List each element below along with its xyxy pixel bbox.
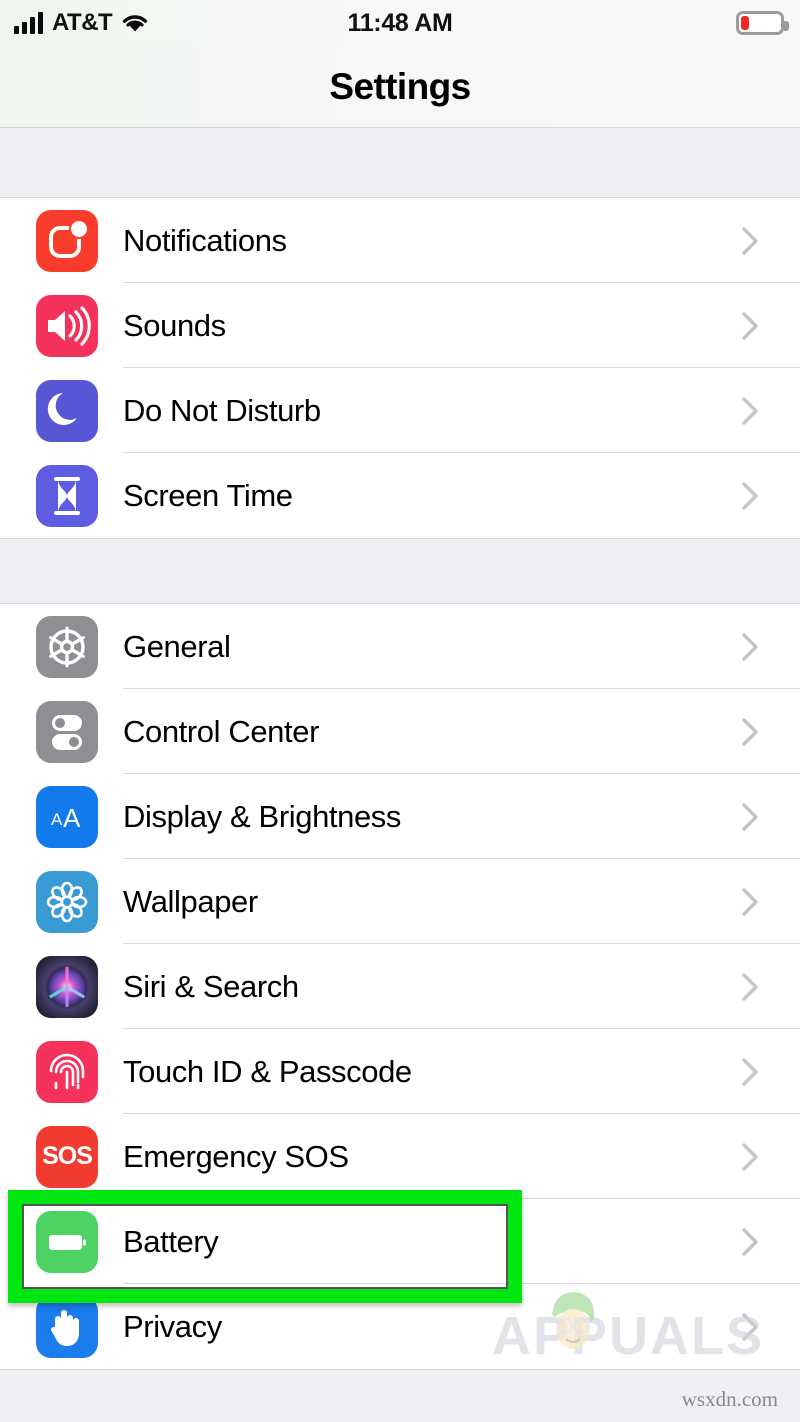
touch-id-icon [36, 1040, 98, 1103]
chevron-right-icon [742, 311, 760, 341]
settings-row-label: Display & Brightness [123, 798, 402, 834]
sounds-icon [36, 294, 98, 357]
settings-row-control-center[interactable]: Control Center [0, 689, 800, 774]
svg-text:A: A [51, 810, 63, 829]
settings-row-display-brightness[interactable]: A A Display & Brightness [0, 774, 800, 859]
settings-row-label: Privacy [123, 1308, 222, 1344]
svg-text:A: A [63, 803, 81, 833]
settings-row-emergency-sos[interactable]: SOS Emergency SOS [0, 1114, 800, 1199]
chevron-right-icon [742, 717, 760, 747]
section-gap-bottom [0, 1369, 800, 1422]
settings-row-label: Control Center [123, 713, 319, 749]
page-title: Settings [329, 65, 471, 107]
settings-row-screen-time[interactable]: Screen Time [0, 453, 800, 538]
settings-row-label: Do Not Disturb [123, 392, 321, 428]
chevron-right-icon [742, 481, 760, 511]
section-gap-middle [0, 538, 800, 604]
settings-row-touch-id-passcode[interactable]: Touch ID & Passcode [0, 1029, 800, 1114]
wallpaper-icon [36, 870, 98, 933]
watermark-brand: APPUALS [491, 1306, 764, 1366]
settings-row-label: Emergency SOS [123, 1138, 349, 1174]
watermark-mascot-icon [540, 1285, 606, 1361]
appuals-watermark: APPUALS [491, 1292, 764, 1367]
settings-row-notifications[interactable]: Notifications [0, 198, 800, 283]
settings-row-label: Sounds [123, 307, 226, 343]
settings-row-label: Wallpaper [123, 883, 258, 919]
status-bar-right [736, 0, 789, 46]
status-bar-time: 11:48 AM [347, 8, 453, 37]
notifications-icon [36, 209, 98, 272]
settings-row-label: Screen Time [123, 477, 293, 513]
chevron-right-icon [742, 887, 760, 917]
emergency-sos-icon: SOS [36, 1125, 98, 1188]
chevron-right-icon [742, 1142, 760, 1172]
siri-icon [36, 955, 98, 1018]
control-center-icon [36, 700, 98, 763]
chevron-right-icon [742, 802, 760, 832]
settings-row-label: Siri & Search [123, 968, 299, 1004]
battery-low-icon [736, 11, 789, 35]
navigation-bar: Settings [0, 46, 800, 128]
settings-row-general[interactable]: General [0, 604, 800, 689]
chevron-right-icon [742, 396, 760, 426]
privacy-hand-icon [36, 1295, 98, 1358]
settings-row-label: Notifications [123, 222, 287, 258]
chevron-right-icon [742, 1057, 760, 1087]
status-bar: AT&T 11:48 AM [0, 0, 800, 46]
settings-row-siri-search[interactable]: Siri & Search [0, 944, 800, 1029]
do-not-disturb-icon [36, 379, 98, 442]
notifications-group: Notifications Sounds Do Not Disturb Scre… [0, 198, 800, 538]
settings-row-sounds[interactable]: Sounds [0, 283, 800, 368]
settings-row-wallpaper[interactable]: Wallpaper [0, 859, 800, 944]
screen-time-icon [36, 464, 98, 527]
section-gap-top [0, 129, 800, 198]
settings-row-do-not-disturb[interactable]: Do Not Disturb [0, 368, 800, 453]
site-tag: wsxdn.com [681, 1387, 778, 1411]
display-icon: A A [36, 785, 98, 848]
sos-label: SOS [42, 1142, 93, 1170]
settings-row-label: General [123, 628, 231, 664]
settings-row-label: Touch ID & Passcode [123, 1053, 412, 1089]
chevron-right-icon [742, 972, 760, 1002]
chevron-right-icon [742, 632, 760, 662]
battery-row-highlight [8, 1190, 522, 1303]
iphone-settings-screen: AT&T 11:48 AM Settings Notifications Sou… [0, 0, 800, 1422]
chevron-right-icon [742, 226, 760, 256]
chevron-right-icon [742, 1227, 760, 1257]
gear-icon [36, 615, 98, 678]
